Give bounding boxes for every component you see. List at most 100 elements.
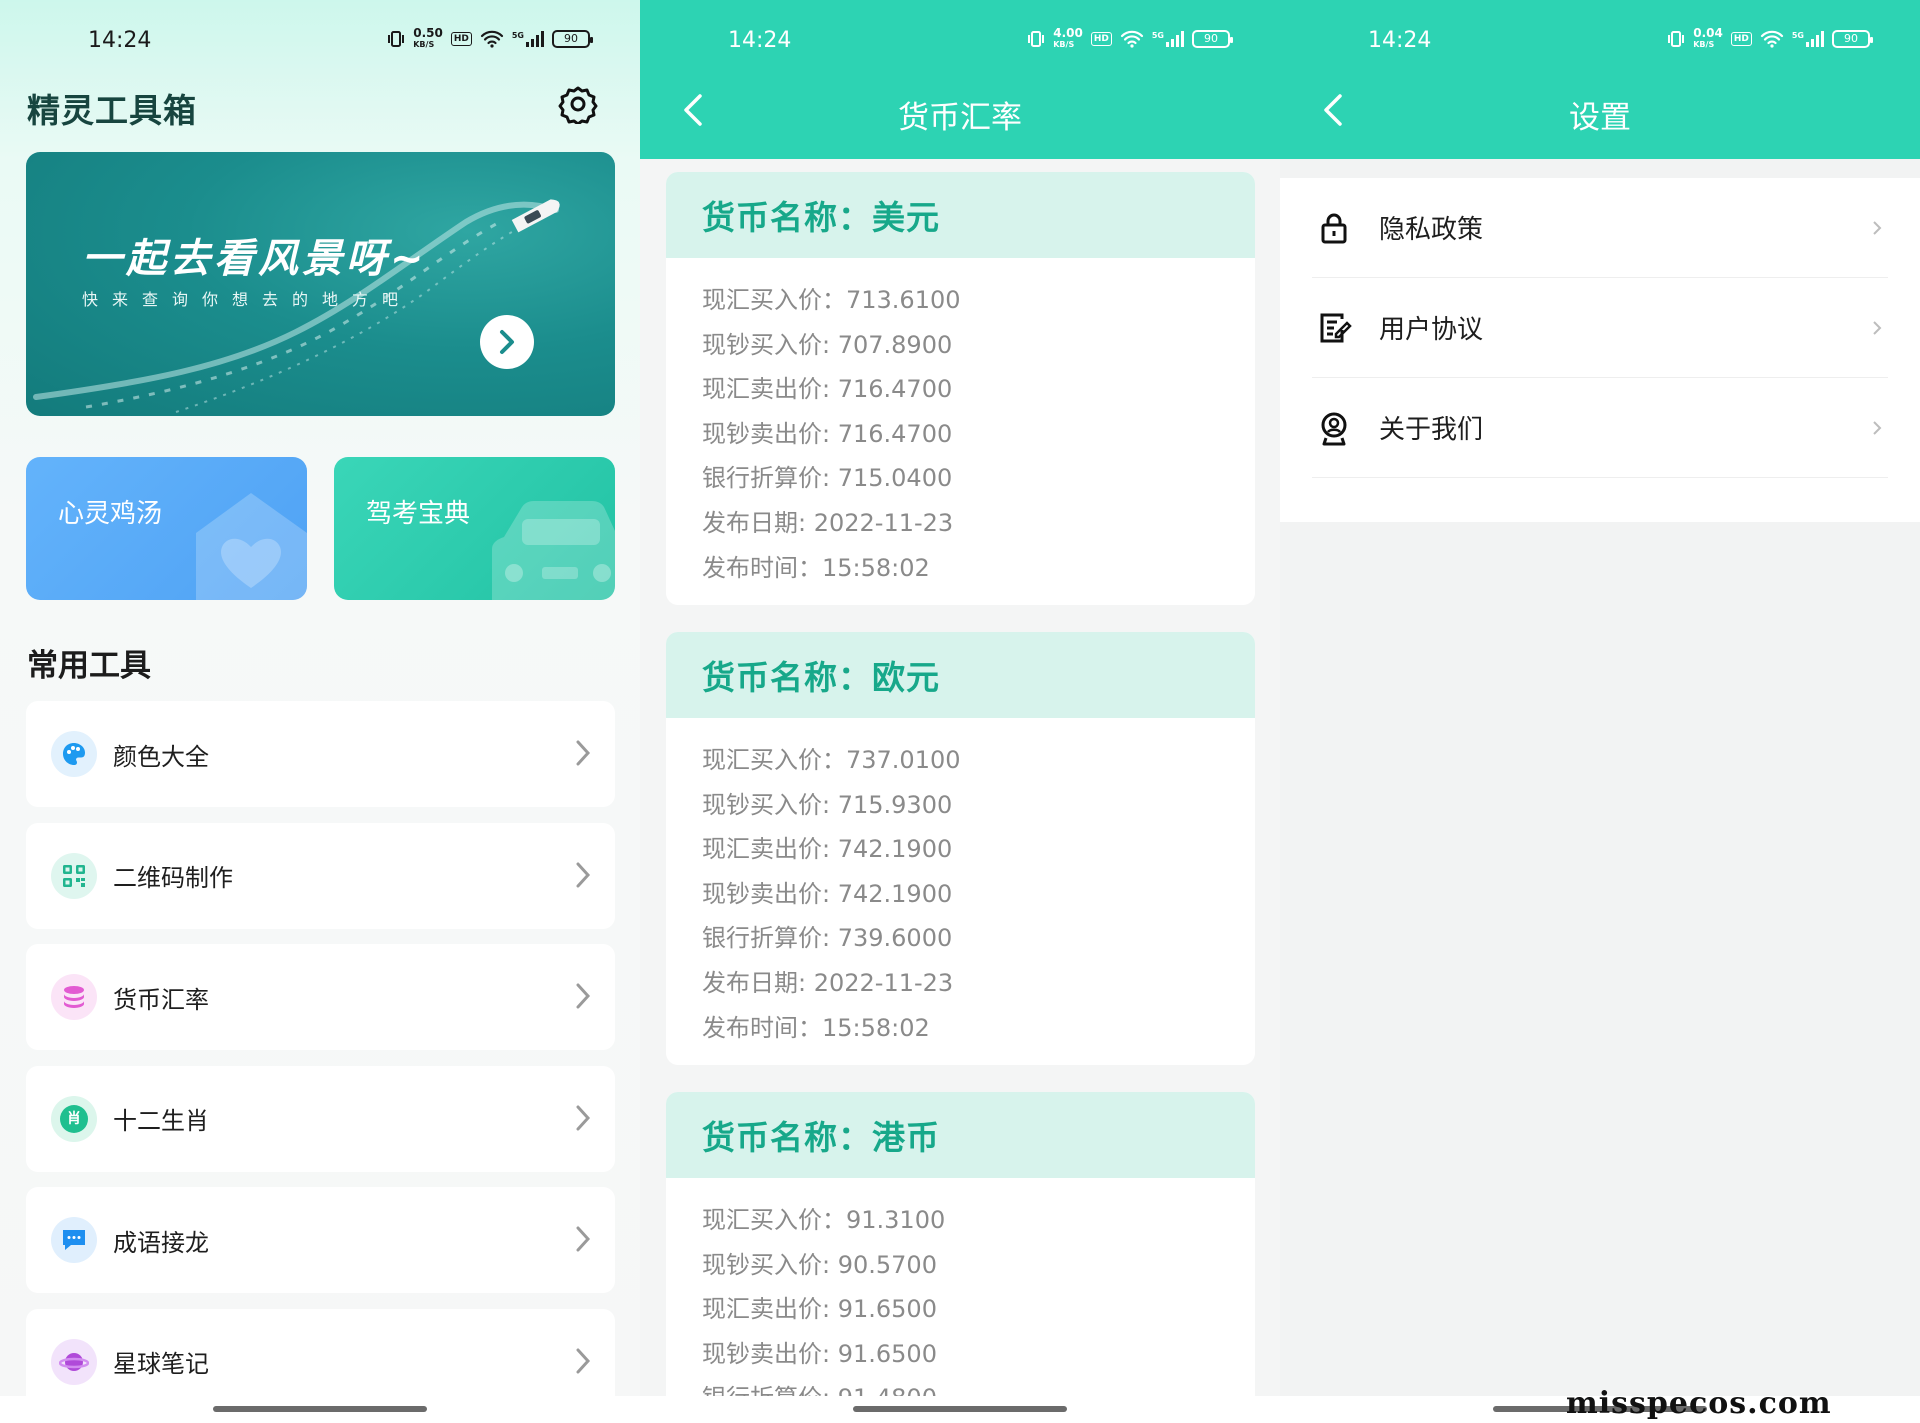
tool-item-qrcode[interactable]: 二维码制作 <box>26 822 615 929</box>
status-bar: 14:24 0.04 KB/S HD 5G 90 <box>1280 0 1920 80</box>
settings-label: 关于我们 <box>1379 415 1484 445</box>
tool-item-zodiac[interactable]: 肖 十二生肖 <box>26 1065 615 1172</box>
document-edit-icon <box>1320 313 1352 342</box>
battery-icon: 90 <box>1832 30 1873 48</box>
settings-screen: 14:24 0.04 KB/S HD 5G 90 设置 隐私政策 用户协议 关于… <box>1280 0 1920 1423</box>
hd-badge: HD <box>1730 32 1752 46</box>
settings-list: 隐私政策 用户协议 关于我们 <box>1280 178 1920 522</box>
driving-test-card[interactable]: 驾考宝典 <box>334 457 615 600</box>
page-title: 货币汇率 <box>898 100 1022 136</box>
tool-item-colors[interactable]: 颜色大全 <box>26 701 615 807</box>
soul-soup-card[interactable]: 心灵鸡汤 <box>26 457 307 600</box>
tool-label: 二维码制作 <box>113 864 233 892</box>
cell-signal-icon: 5G <box>512 31 544 47</box>
chevron-right-icon <box>1873 221 1882 235</box>
wifi-icon <box>1760 30 1783 48</box>
rate-row: 发布日期: 2022-11-23 <box>702 508 954 537</box>
settings-item-agreement[interactable]: 用户协议 <box>1312 278 1888 378</box>
chevron-right-icon <box>1873 321 1882 335</box>
vibrate-icon <box>1668 31 1685 47</box>
rate-row: 发布时间：15:58:02 <box>702 553 930 582</box>
battery-icon: 90 <box>1192 30 1233 48</box>
rate-row: 现钞卖出价: 742.1900 <box>702 879 953 908</box>
boat-wake-illustration <box>33 199 560 413</box>
user-badge-icon <box>1321 412 1347 445</box>
app-title: 精灵工具箱 <box>27 91 197 130</box>
banner-subtitle: 快来查询你想去的地方吧 <box>82 290 413 309</box>
tool-label: 十二生肖 <box>113 1107 209 1135</box>
rate-row: 现汇买入价：713.6100 <box>702 286 961 314</box>
rate-card-eur: 货币名称：欧元 现汇买入价：737.0100 现钞买入价: 715.9300 现… <box>666 632 1255 1065</box>
chevron-right-icon <box>500 330 514 354</box>
settings-label: 隐私政策 <box>1379 215 1484 245</box>
zodiac-icon: 肖 <box>51 1095 97 1142</box>
currency-name: 货币名称：港币 <box>666 1092 1255 1178</box>
tool-label: 颜色大全 <box>113 742 209 771</box>
status-time: 14:24 <box>1368 28 1432 53</box>
rate-row: 现钞卖出价: 716.4700 <box>702 419 953 448</box>
lock-icon <box>1321 213 1347 243</box>
rate-row: 现钞买入价: 707.8900 <box>702 330 953 359</box>
rates-header: 14:24 4.00 KB/S HD 5G 90 货币汇率 <box>640 0 1280 159</box>
rate-row: 现汇买入价：91.3100 <box>702 1206 946 1234</box>
rate-row: 现钞卖出价: 91.6500 <box>702 1339 937 1368</box>
car-icon <box>492 501 615 600</box>
status-icons: 0.50 KB/S HD 5G 90 <box>387 27 593 50</box>
chevron-right-icon <box>576 1105 591 1130</box>
rate-row: 发布日期: 2022-11-23 <box>702 968 954 997</box>
settings-item-about[interactable]: 关于我们 <box>1312 378 1888 478</box>
rate-card-hkd: 货币名称：港币 现汇买入价：91.3100 现钞买入价: 90.5700 现汇卖… <box>666 1092 1255 1412</box>
settings-header: 14:24 0.04 KB/S HD 5G 90 设置 <box>1280 0 1920 159</box>
rate-row: 现钞买入价: 715.9300 <box>702 790 953 819</box>
chevron-right-icon <box>576 862 591 887</box>
rate-row: 现汇买入价：737.0100 <box>702 746 961 774</box>
banner-headline: 一起去看风景呀~ <box>82 236 428 282</box>
status-time: 14:24 <box>728 28 792 53</box>
scenery-banner[interactable]: 一起去看风景呀~ 快来查询你想去的地方吧 <box>26 152 615 416</box>
status-bar: 14:24 4.00 KB/S HD 5G 90 <box>640 0 1280 80</box>
watermark: misspecos.com <box>1566 1386 1832 1421</box>
tool-item-idioms[interactable]: 成语接龙 <box>26 1187 615 1293</box>
banner-go-button[interactable] <box>480 315 534 369</box>
rate-row: 发布时间：15:58:02 <box>702 1013 930 1042</box>
driving-test-label: 驾考宝典 <box>366 499 471 529</box>
rate-row: 银行折算价: 739.6000 <box>702 924 953 953</box>
settings-item-privacy[interactable]: 隐私政策 <box>1312 178 1888 278</box>
status-time: 14:24 <box>88 28 152 53</box>
currency-name: 货币名称：美元 <box>666 172 1255 258</box>
tool-label: 星球笔记 <box>113 1350 209 1378</box>
chevron-right-icon <box>576 740 591 766</box>
chevron-right-icon <box>576 1348 591 1373</box>
chat-icon <box>51 1217 97 1263</box>
wifi-icon <box>1120 30 1143 48</box>
home-indicator[interactable] <box>853 1406 1067 1412</box>
heart-house-icon <box>196 493 307 600</box>
rate-row: 银行折算价: 715.0400 <box>702 464 953 493</box>
home-screen: 14:24 0.50 KB/S HD 5G 90 精灵工具箱 一起去看风景呀~ 快… <box>0 0 640 1423</box>
tool-list: 颜色大全 二维码制作 货币汇率 肖 十二生肖 成语接龙 星球笔记 <box>26 701 615 1423</box>
status-bar: 14:24 0.50 KB/S HD 5G 90 <box>0 0 640 80</box>
cell-signal-icon: 5G <box>1792 31 1824 47</box>
settings-gear-icon[interactable] <box>558 84 598 124</box>
soul-soup-label: 心灵鸡汤 <box>58 499 163 529</box>
currency-name: 货币名称：欧元 <box>666 632 1255 718</box>
battery-icon: 90 <box>552 30 593 48</box>
rate-card-usd: 货币名称：美元 现汇买入价：713.6100 现钞买入价: 707.8900 现… <box>666 172 1255 605</box>
rate-row: 现汇卖出价: 716.4700 <box>702 375 953 404</box>
coins-icon <box>51 974 97 1020</box>
hd-badge: HD <box>1090 32 1112 46</box>
page-title: 设置 <box>1569 100 1631 136</box>
tool-label: 成语接龙 <box>113 1228 209 1257</box>
wifi-icon <box>480 30 503 48</box>
home-indicator[interactable] <box>213 1406 427 1412</box>
vibrate-icon <box>388 31 405 47</box>
tool-item-currency[interactable]: 货币汇率 <box>26 944 615 1050</box>
chevron-right-icon <box>1873 421 1882 435</box>
hd-badge: HD <box>450 32 472 46</box>
status-icons: 0.04 KB/S HD 5G 90 <box>1667 26 1873 50</box>
chevron-right-icon <box>576 1226 591 1252</box>
net-speed: 4.00 KB/S <box>1053 26 1083 49</box>
net-speed: 0.04 KB/S <box>1693 26 1723 49</box>
common-tools-heading: 常用工具 <box>27 648 151 684</box>
rate-row: 现汇卖出价: 91.6500 <box>702 1295 937 1324</box>
